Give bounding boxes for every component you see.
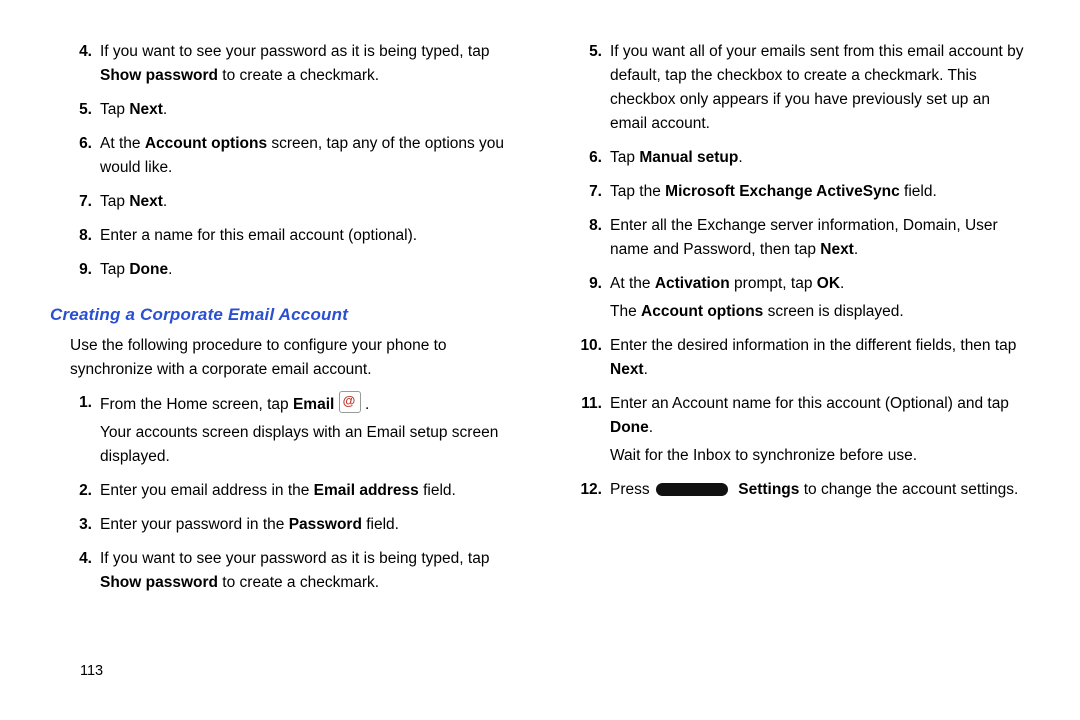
list-item: 6.At the Account options screen, tap any… (50, 132, 520, 184)
step-text: Tap Next. (100, 98, 520, 126)
step-text: Tap Next. (100, 190, 520, 218)
step-text: Press Settings to change the account set… (610, 478, 1030, 506)
list-item: 3.Enter your password in the Password fi… (50, 513, 520, 541)
step-text: Tap Manual setup. (610, 146, 1030, 174)
manual-page: 4.If you want to see your password as it… (0, 0, 1080, 605)
step-number: 6. (560, 146, 610, 170)
list-item: 10.Enter the desired information in the … (560, 334, 1030, 386)
section-intro: Use the following procedure to configure… (70, 334, 520, 382)
step-number: 9. (560, 272, 610, 296)
list-item: 12.Press Settings to change the account … (560, 478, 1030, 506)
step-text: Enter the desired information in the dif… (610, 334, 1030, 386)
step-number: 5. (50, 98, 100, 122)
right-column: 5.If you want all of your emails sent fr… (560, 40, 1030, 605)
list-item: 2.Enter you email address in the Email a… (50, 479, 520, 507)
step-number: 9. (50, 258, 100, 282)
list-item: 9.Tap Done. (50, 258, 520, 286)
step-text: Enter a name for this email account (opt… (100, 224, 520, 252)
step-number: 4. (50, 547, 100, 571)
step-number: 7. (50, 190, 100, 214)
list-item: 4.If you want to see your password as it… (50, 40, 520, 92)
list-item: 7.Tap Next. (50, 190, 520, 218)
step-number: 6. (50, 132, 100, 156)
step-number: 2. (50, 479, 100, 503)
page-number: 113 (80, 660, 103, 682)
list-item: 7.Tap the Microsoft Exchange ActiveSync … (560, 180, 1030, 208)
list-item: 1.From the Home screen, tap Email .Your … (50, 391, 520, 473)
email-icon (339, 391, 361, 413)
step-number: 7. (560, 180, 610, 204)
section-heading: Creating a Corporate Email Account (50, 302, 520, 328)
step-text: If you want to see your password as it i… (100, 40, 520, 92)
step-number: 12. (560, 478, 610, 502)
step-number: 10. (560, 334, 610, 358)
step-number: 1. (50, 391, 100, 415)
list-item: 8.Enter all the Exchange server informat… (560, 214, 1030, 266)
list-item: 4.If you want to see your password as it… (50, 547, 520, 599)
step-number: 11. (560, 392, 610, 416)
step-text: Enter all the Exchange server informatio… (610, 214, 1030, 266)
step-number: 8. (560, 214, 610, 238)
step-number: 3. (50, 513, 100, 537)
list-item: 5.Tap Next. (50, 98, 520, 126)
step-text: Tap the Microsoft Exchange ActiveSync fi… (610, 180, 1030, 208)
steps-list-right: 5.If you want all of your emails sent fr… (560, 40, 1030, 506)
step-number: 5. (560, 40, 610, 64)
list-item: 9.At the Activation prompt, tap OK.The A… (560, 272, 1030, 328)
step-text: Enter an Account name for this account (… (610, 392, 1030, 472)
list-item: 11.Enter an Account name for this accoun… (560, 392, 1030, 472)
step-number: 8. (50, 224, 100, 248)
list-item: 8.Enter a name for this email account (o… (50, 224, 520, 252)
list-item: 6.Tap Manual setup. (560, 146, 1030, 174)
step-text: Enter you email address in the Email add… (100, 479, 520, 507)
step-text: Enter your password in the Password fiel… (100, 513, 520, 541)
step-text: If you want all of your emails sent from… (610, 40, 1030, 140)
step-text: Tap Done. (100, 258, 520, 286)
steps-list-a: 4.If you want to see your password as it… (50, 40, 520, 286)
step-text: At the Activation prompt, tap OK.The Acc… (610, 272, 1030, 328)
step-text: From the Home screen, tap Email .Your ac… (100, 391, 520, 473)
step-text: If you want to see your password as it i… (100, 547, 520, 599)
menu-key-icon (656, 483, 728, 496)
steps-list-b: 1.From the Home screen, tap Email .Your … (50, 391, 520, 599)
step-text: At the Account options screen, tap any o… (100, 132, 520, 184)
left-column: 4.If you want to see your password as it… (50, 40, 520, 605)
step-number: 4. (50, 40, 100, 64)
list-item: 5.If you want all of your emails sent fr… (560, 40, 1030, 140)
